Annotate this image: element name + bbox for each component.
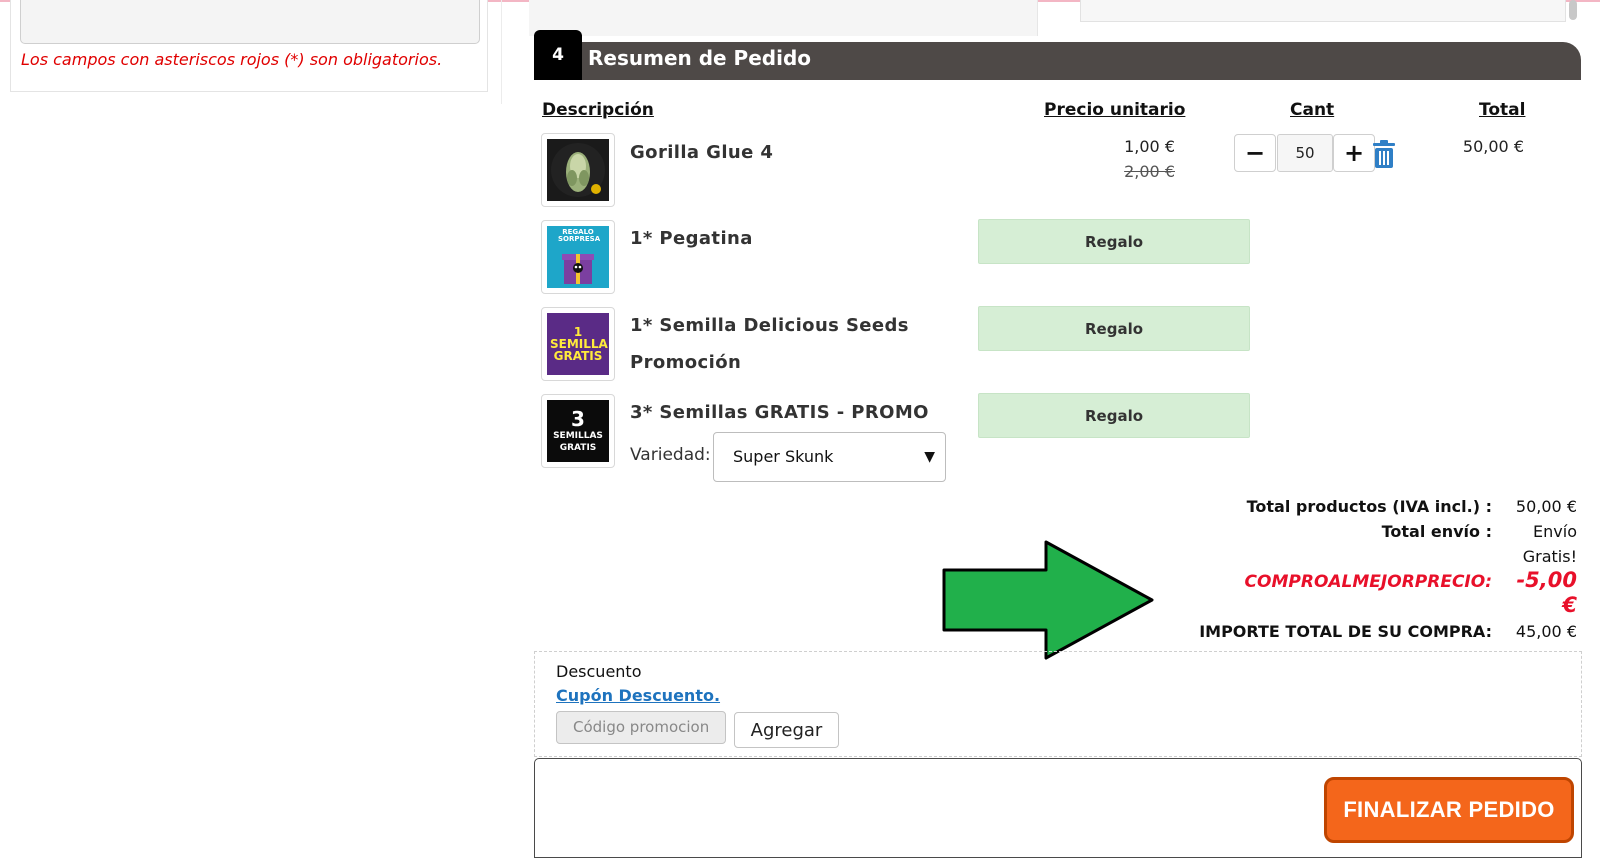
header-qty: Cant (1290, 100, 1335, 120)
grand-total-label: IMPORTE TOTAL DE SU COMPRA: (1199, 622, 1492, 641)
coupon-link[interactable]: Cupón Descuento. (556, 686, 720, 705)
product-thumbnail[interactable]: REGALO SORPRESA (541, 220, 615, 294)
promo-seed-image: 1 SEMILLA GRATIS (547, 313, 609, 375)
unit-price: 1,00 € (1124, 137, 1175, 156)
previous-section-panel (529, 0, 1038, 36)
quantity-input[interactable]: 50 (1277, 134, 1333, 172)
thumb-text: 1 SEMILLA GRATIS (550, 325, 608, 363)
cannabis-bud-image (547, 139, 609, 201)
promo-discount-currency: € (1562, 593, 1577, 617)
free-seeds-image: 3 SEMILLAS GRATIS (547, 400, 609, 462)
decrease-qty-button[interactable]: − (1234, 134, 1276, 172)
section-title: Resumen de Pedido (588, 46, 812, 70)
shipping-value: Envío (1533, 522, 1577, 541)
thumb-number: 3 (571, 407, 585, 431)
product-name[interactable]: 1* Pegatina (630, 228, 753, 249)
header-description: Descripción (542, 100, 654, 120)
variety-label: Variedad: (630, 445, 711, 465)
trash-icon[interactable] (1372, 140, 1396, 168)
finish-order-button[interactable]: FINALIZAR PEDIDO (1324, 777, 1574, 843)
total-products-label: Total productos (IVA incl.) : (1246, 497, 1492, 516)
product-name[interactable]: 3* Semillas GRATIS - PROMO (630, 402, 929, 423)
grand-total-value: 45,00 € (1515, 622, 1577, 641)
column-divider (501, 0, 502, 104)
chevron-down-icon: ▼ (924, 449, 935, 465)
header-total: Total (1479, 100, 1526, 120)
header-unit-price: Precio unitario (1044, 100, 1186, 120)
promo-discount-value: -5,00 (1516, 568, 1577, 592)
comments-textarea[interactable] (20, 0, 480, 44)
thumb-text: REGALO SORPRESA (558, 227, 601, 243)
gift-badge: Regalo (978, 306, 1250, 351)
discount-title: Descuento (556, 662, 642, 681)
arrow-right-icon (942, 540, 1154, 660)
product-name[interactable]: 1* Semilla Delicious Seeds (630, 315, 909, 336)
row-total: 50,00 € (1462, 137, 1524, 156)
previous-section-box (1080, 0, 1566, 22)
total-products-value: 50,00 € (1515, 497, 1577, 516)
minus-icon: − (1244, 139, 1266, 167)
gift-box-image: REGALO SORPRESA (547, 226, 609, 288)
thumb-text: SEMILLAS (553, 431, 603, 441)
required-fields-note: Los campos con asteriscos rojos (*) son … (21, 50, 443, 69)
variety-select[interactable]: Super Skunk ▼ (713, 432, 946, 482)
add-coupon-button[interactable]: Agregar (734, 712, 839, 748)
scrollbar-thumb[interactable] (1569, 0, 1577, 20)
old-price: 2,00 € (1124, 162, 1175, 181)
coupon-code-input[interactable]: Código promocion (556, 711, 726, 744)
variety-selected: Super Skunk (733, 447, 834, 466)
gift-badge: Regalo (978, 393, 1250, 438)
increase-qty-button[interactable]: + (1333, 134, 1375, 172)
gift-badge: Regalo (978, 219, 1250, 264)
shipping-label: Total envío : (1381, 522, 1492, 541)
product-name-line2: Promoción (630, 352, 742, 373)
product-thumbnail[interactable]: 3 SEMILLAS GRATIS (541, 394, 615, 468)
thumb-text: GRATIS (559, 443, 597, 453)
shipping-value-line2: Gratis! (1522, 547, 1577, 566)
promo-code-label: COMPROALMEJORPRECIO: (1244, 572, 1492, 592)
product-thumbnail[interactable] (541, 133, 615, 207)
product-name[interactable]: Gorilla Glue 4 (630, 142, 773, 163)
plus-icon: + (1343, 139, 1365, 167)
product-thumbnail[interactable]: 1 SEMILLA GRATIS (541, 307, 615, 381)
step-badge: 4 (534, 30, 582, 80)
